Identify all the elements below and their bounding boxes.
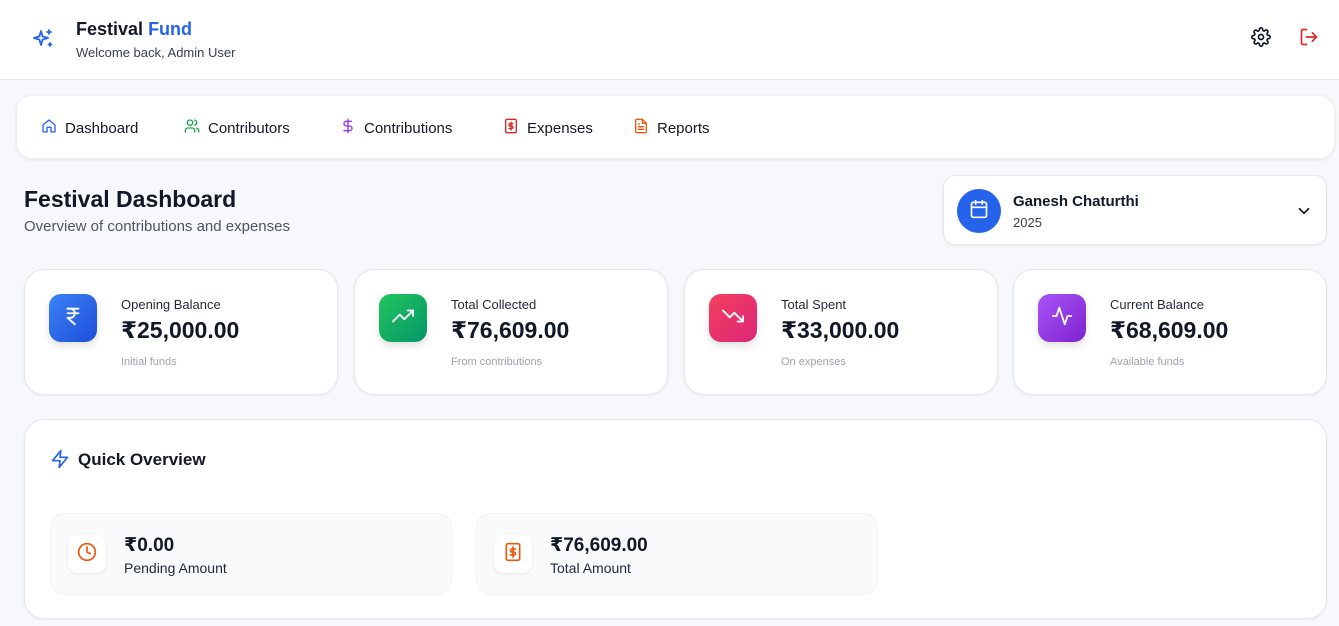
- stat-caption: Initial funds: [121, 356, 177, 368]
- nav-dashboard-label: Dashboard: [65, 119, 139, 137]
- logout-button[interactable]: [1297, 27, 1321, 51]
- stat-value: ₹76,609.00: [451, 317, 570, 343]
- stat-value: ₹25,000.00: [121, 317, 240, 343]
- festival-name: Ganesh Chaturthi: [1013, 193, 1139, 210]
- settings-button[interactable]: [1249, 26, 1273, 52]
- page-subtitle: Overview of contributions and expenses: [24, 218, 290, 235]
- gear-icon: [1251, 26, 1271, 52]
- stat-value: ₹33,000.00: [781, 317, 900, 343]
- stat-caption: Available funds: [1110, 356, 1185, 368]
- nav-contributors-label: Contributors: [208, 119, 290, 137]
- calendar-icon: [969, 199, 989, 224]
- file-text-icon: [633, 118, 649, 138]
- page-title: Festival Dashboard: [24, 186, 237, 212]
- zap-icon: [50, 449, 70, 469]
- stat-card-opening-balance: Opening Balance ₹25,000.00 Initial funds: [24, 269, 338, 395]
- users-icon: [184, 118, 200, 138]
- stat-label: Total Collected: [451, 297, 537, 312]
- clock-icon: [77, 542, 97, 567]
- festival-avatar: [957, 189, 1001, 233]
- rupee-icon: [62, 305, 84, 332]
- festival-year: 2025: [1013, 215, 1042, 230]
- receipt-icon: [503, 542, 523, 567]
- overview-value: ₹76,609.00: [550, 535, 648, 556]
- nav-contributors[interactable]: Contributors: [184, 96, 290, 160]
- stat-icon-tile: [379, 294, 427, 342]
- nav-dashboard[interactable]: Dashboard: [41, 96, 138, 160]
- chevron-down-icon: [1295, 202, 1313, 220]
- nav-reports[interactable]: Reports: [633, 96, 710, 160]
- pending-amount-tile: ₹0.00 Pending Amount: [50, 513, 452, 595]
- nav-expenses-label: Expenses: [527, 119, 593, 137]
- festival-selector[interactable]: Ganesh Chaturthi 2025: [943, 175, 1327, 245]
- nav-reports-label: Reports: [657, 119, 710, 137]
- quick-overview-title: Quick Overview: [78, 450, 206, 469]
- nav-expenses[interactable]: Expenses: [503, 96, 593, 160]
- app-title-accent: Fund: [148, 19, 193, 39]
- stat-label: Opening Balance: [121, 297, 221, 312]
- main-nav: Dashboard Contributors Contributions Exp…: [16, 95, 1335, 159]
- overview-icon-tile: [68, 535, 106, 573]
- receipt-icon: [503, 118, 519, 138]
- nav-contributions-label: Contributions: [364, 119, 453, 137]
- stat-label: Total Spent: [781, 297, 847, 312]
- total-amount-tile: ₹76,609.00 Total Amount: [476, 513, 878, 595]
- quick-overview-panel: Quick Overview ₹0.00 Pending Amount ₹76,…: [24, 419, 1327, 619]
- overview-value: ₹0.00: [124, 535, 175, 556]
- stat-caption: From contributions: [451, 356, 543, 368]
- nav-contributions[interactable]: Contributions: [340, 96, 452, 160]
- stat-icon-tile: [49, 294, 97, 342]
- sparkles-icon: [31, 27, 55, 51]
- activity-icon: [1051, 305, 1073, 332]
- overview-icon-tile: [494, 535, 532, 573]
- stat-card-total-spent: Total Spent ₹33,000.00 On expenses: [684, 269, 998, 395]
- logout-icon: [1299, 27, 1319, 52]
- dollar-icon: [340, 118, 356, 138]
- stat-label: Current Balance: [1110, 297, 1204, 312]
- trending-up-icon: [392, 305, 414, 332]
- stat-card-total-collected: Total Collected ₹76,609.00 From contribu…: [354, 269, 668, 395]
- stat-icon-tile: [1038, 294, 1086, 342]
- trending-down-icon: [722, 305, 744, 332]
- overview-label: Pending Amount: [124, 560, 227, 576]
- home-icon: [41, 118, 57, 138]
- stat-icon-tile: [709, 294, 757, 342]
- app-header: Festival Fund Welcome back, Admin User: [0, 0, 1339, 80]
- stat-value: ₹68,609.00: [1110, 317, 1229, 343]
- welcome-message: Welcome back, Admin User: [76, 45, 236, 60]
- app-title: Festival Fund: [76, 19, 193, 39]
- stat-caption: On expenses: [781, 356, 846, 368]
- stat-card-current-balance: Current Balance ₹68,609.00 Available fun…: [1013, 269, 1327, 395]
- overview-label: Total Amount: [550, 560, 631, 576]
